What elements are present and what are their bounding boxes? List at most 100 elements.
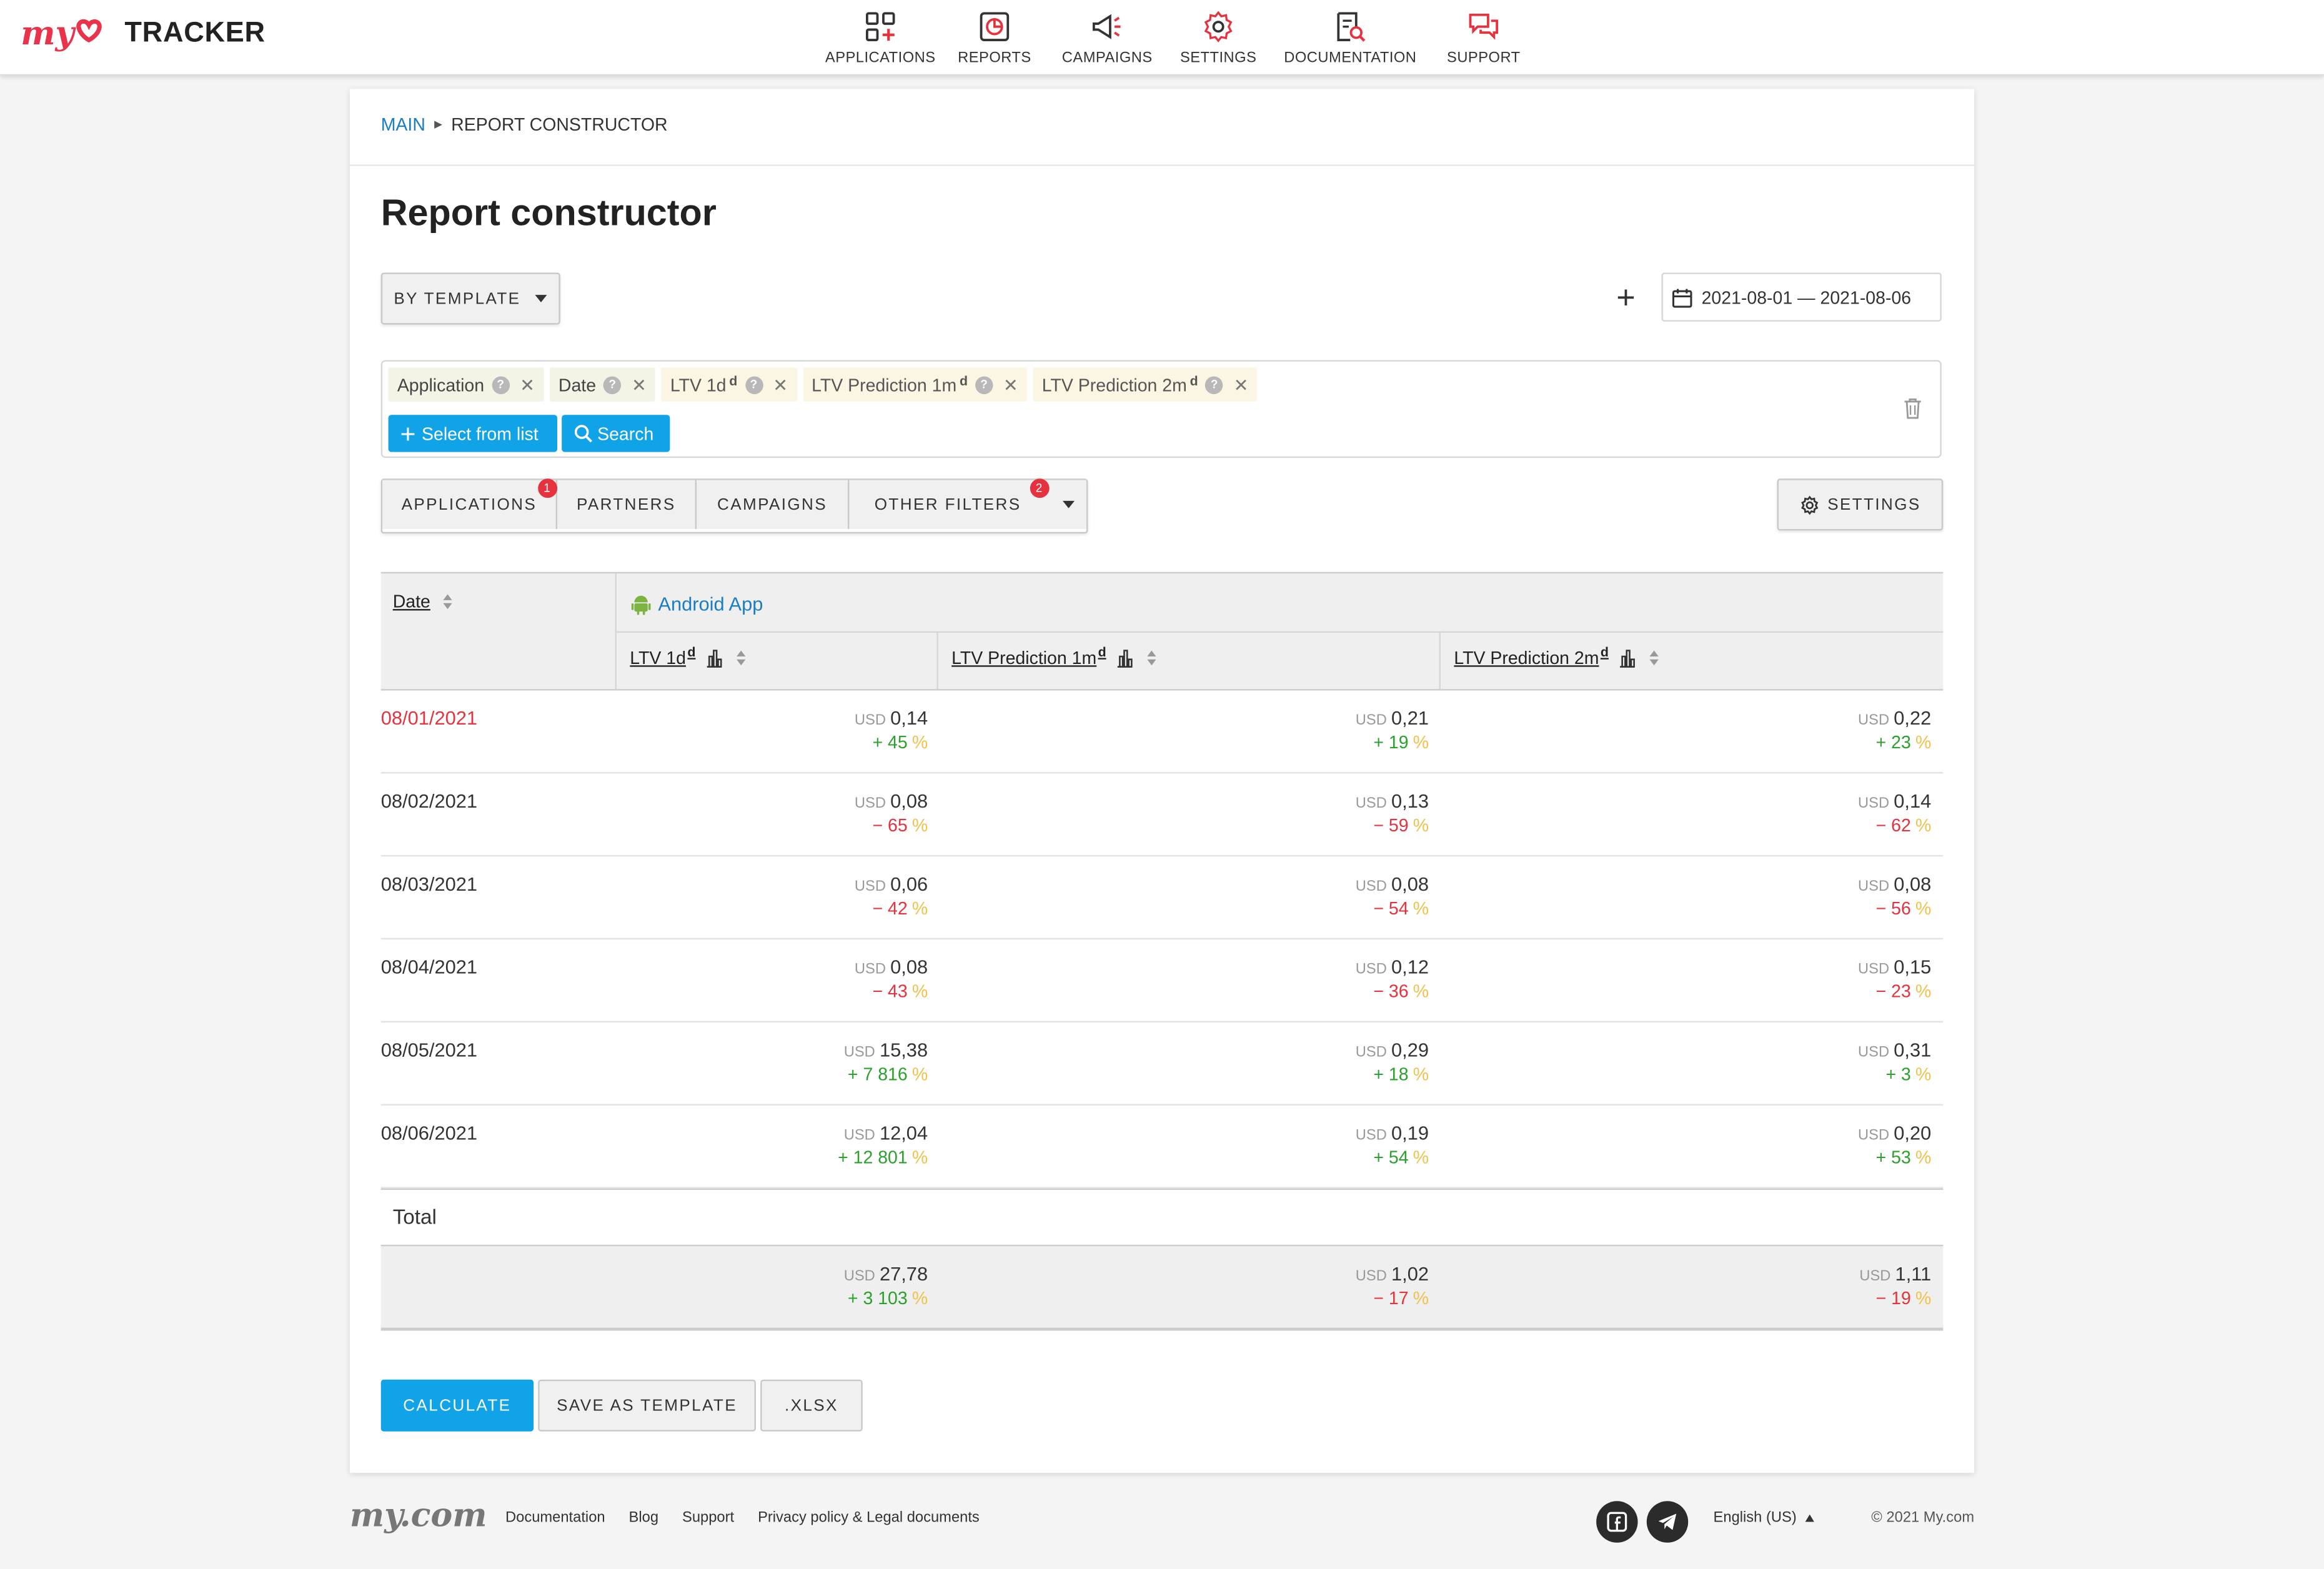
footer-link-support[interactable]: Support [682, 1510, 734, 1527]
main-nav: APPLICATIONS REPORTS CAMPAIGNS SETTINGS … [823, 9, 1531, 67]
telegram-icon[interactable] [1646, 1501, 1689, 1543]
remove-chip-icon[interactable]: ✕ [632, 374, 647, 395]
by-template-dropdown[interactable]: BY TEMPLATE [380, 272, 560, 325]
table-body: 08/01/2021 USD 0,14 + 45% USD 0,21 + 19% USD 0,2… [380, 691, 1944, 1189]
chip-label: Application [397, 374, 485, 395]
sort-icon[interactable] [444, 594, 453, 610]
chip-date: Date ? ✕ [549, 367, 656, 402]
remove-chip-icon[interactable]: ✕ [1003, 374, 1018, 395]
value-cell: USD 0,12 − 36% [1356, 956, 1429, 1002]
nav-applications[interactable]: APPLICATIONS [823, 9, 938, 67]
column-header-ltv-1d[interactable]: LTV 1d d [630, 645, 747, 668]
remove-chip-icon[interactable]: ✕ [773, 374, 788, 395]
add-button[interactable]: + [1611, 281, 1641, 314]
save-as-template-button[interactable]: SAVE AS TEMPLATE [538, 1379, 756, 1432]
filter-tabs: APPLICATIONS 1 PARTNERS CAMPAIGNS OTHER … [380, 478, 1088, 534]
delta-line: − 56% [1858, 898, 1932, 919]
date-column-header[interactable]: Date [393, 591, 453, 612]
help-icon[interactable]: ? [745, 375, 763, 393]
remove-chip-icon[interactable]: ✕ [520, 374, 535, 395]
sort-icon[interactable] [737, 650, 747, 666]
settings-button[interactable]: SETTINGS [1777, 478, 1944, 531]
delta-line: − 23% [1858, 981, 1932, 1002]
delta-value: + 18 [1373, 1064, 1409, 1085]
currency-label: USD [1355, 961, 1387, 978]
percent-sign: % [911, 981, 928, 1002]
search-button[interactable]: Search [562, 415, 670, 452]
nav-reports[interactable]: REPORTS [950, 9, 1039, 67]
select-from-list-button[interactable]: + Select from list [388, 415, 558, 452]
filter-campaigns[interactable]: CAMPAIGNS [697, 480, 850, 529]
language-selector[interactable]: English (US) [1714, 1510, 1815, 1527]
filter-partners[interactable]: PARTNERS [557, 480, 697, 529]
app-group-header[interactable]: Android App [631, 593, 763, 615]
nav-campaigns[interactable]: CAMPAIGNS [1054, 9, 1161, 67]
percent-sign: % [1413, 1147, 1429, 1168]
chart-icon[interactable] [706, 648, 723, 668]
currency-label: USD [843, 1127, 875, 1144]
filter-other[interactable]: OTHER FILTERS 2 [849, 478, 1087, 529]
help-icon[interactable]: ? [603, 375, 622, 393]
nav-support[interactable]: SUPPORT [1436, 9, 1531, 67]
column-label: LTV Prediction 1m [951, 647, 1097, 668]
chip-sup: d [729, 372, 738, 388]
delta-value: − 36 [1373, 981, 1409, 1002]
value-line: USD 0,08 [1356, 873, 1429, 895]
date-range-picker[interactable]: 2021-08-01 — 2021-08-06 [1661, 272, 1942, 322]
settings-label: SETTINGS [1827, 495, 1921, 514]
value: 0,31 [1894, 1039, 1932, 1061]
delta-line: + 45% [855, 732, 928, 753]
help-icon[interactable]: ? [491, 375, 510, 393]
chip-label: Date [558, 374, 597, 395]
breadcrumb-main-link[interactable]: MAIN [381, 114, 425, 135]
table-row: 08/01/2021 USD 0,14 + 45% USD 0,21 + 19% USD 0,2… [380, 691, 1944, 774]
footer-link-documentation[interactable]: Documentation [505, 1510, 605, 1527]
by-template-label: BY TEMPLATE [394, 289, 521, 308]
value: 0,12 [1391, 956, 1429, 978]
value-line: USD 0,20 [1858, 1122, 1931, 1144]
currency-label: USD [843, 1268, 875, 1285]
nav-documentation-label: DOCUMENTATION [1284, 50, 1417, 67]
filter-label: OTHER FILTERS [874, 495, 1021, 514]
table-row: 08/02/2021 USD 0,08− 65% USD 0,13− 59% USD 0,1… [380, 773, 1944, 857]
percent-sign: % [1915, 981, 1932, 1002]
facebook-icon[interactable] [1596, 1501, 1638, 1543]
page-title: Report constructor [380, 192, 717, 234]
export-xlsx-button[interactable]: .XLSX [760, 1379, 863, 1432]
percent-sign: % [1413, 898, 1429, 919]
help-icon[interactable]: ? [1205, 375, 1223, 393]
table-row: 08/06/2021 USD 12,04 + 12 801% USD 0,19 + 54% U… [380, 1106, 1944, 1189]
percent-sign: % [911, 731, 928, 753]
mytracker-logo[interactable]: my TRACKER [21, 15, 266, 54]
nav-settings[interactable]: SETTINGS [1173, 9, 1264, 67]
sort-icon[interactable] [1148, 650, 1157, 666]
footer-logo[interactable]: my.com [350, 1497, 487, 1535]
value-cell: USD 0,21 + 19% [1356, 707, 1429, 753]
currency-label: USD [854, 878, 886, 895]
value-cell: USD 0,15 − 23% [1858, 956, 1931, 1002]
chart-icon[interactable] [1619, 648, 1636, 668]
currency-label: USD [1355, 1268, 1387, 1285]
column-header-ltv-prediction-1m[interactable]: LTV Prediction 1m d [951, 645, 1157, 668]
filter-applications[interactable]: APPLICATIONS 1 [382, 478, 558, 529]
column-header-ltv-prediction-2m[interactable]: LTV Prediction 2m d [1454, 645, 1659, 668]
filter-count-badge: 2 [1030, 478, 1050, 498]
delta-value: + 54 [1373, 1147, 1409, 1168]
value-cell: USD 1,11− 19% [1859, 1262, 1931, 1309]
footer-link-privacy[interactable]: Privacy policy & Legal documents [758, 1510, 980, 1527]
sort-icon[interactable] [1650, 650, 1659, 666]
delta-value: − 42 [872, 898, 908, 919]
nav-documentation[interactable]: DOCUMENTATION [1276, 9, 1424, 67]
footer-link-blog[interactable]: Blog [629, 1510, 658, 1527]
delta-line: − 42% [855, 898, 928, 919]
value: 0,08 [1391, 873, 1429, 895]
trash-icon[interactable] [1903, 397, 1922, 420]
logo-heart-icon [76, 19, 102, 43]
help-icon[interactable]: ? [975, 375, 993, 393]
nav-settings-label: SETTINGS [1179, 50, 1257, 67]
chart-icon[interactable] [1116, 648, 1134, 668]
calculate-button[interactable]: CALCULATE [380, 1379, 534, 1432]
percent-sign: % [1413, 731, 1429, 753]
remove-chip-icon[interactable]: ✕ [1234, 374, 1249, 395]
table-row: 08/03/2021 USD 0,06− 42% USD 0,08− 54% USD 0,0… [380, 856, 1944, 940]
